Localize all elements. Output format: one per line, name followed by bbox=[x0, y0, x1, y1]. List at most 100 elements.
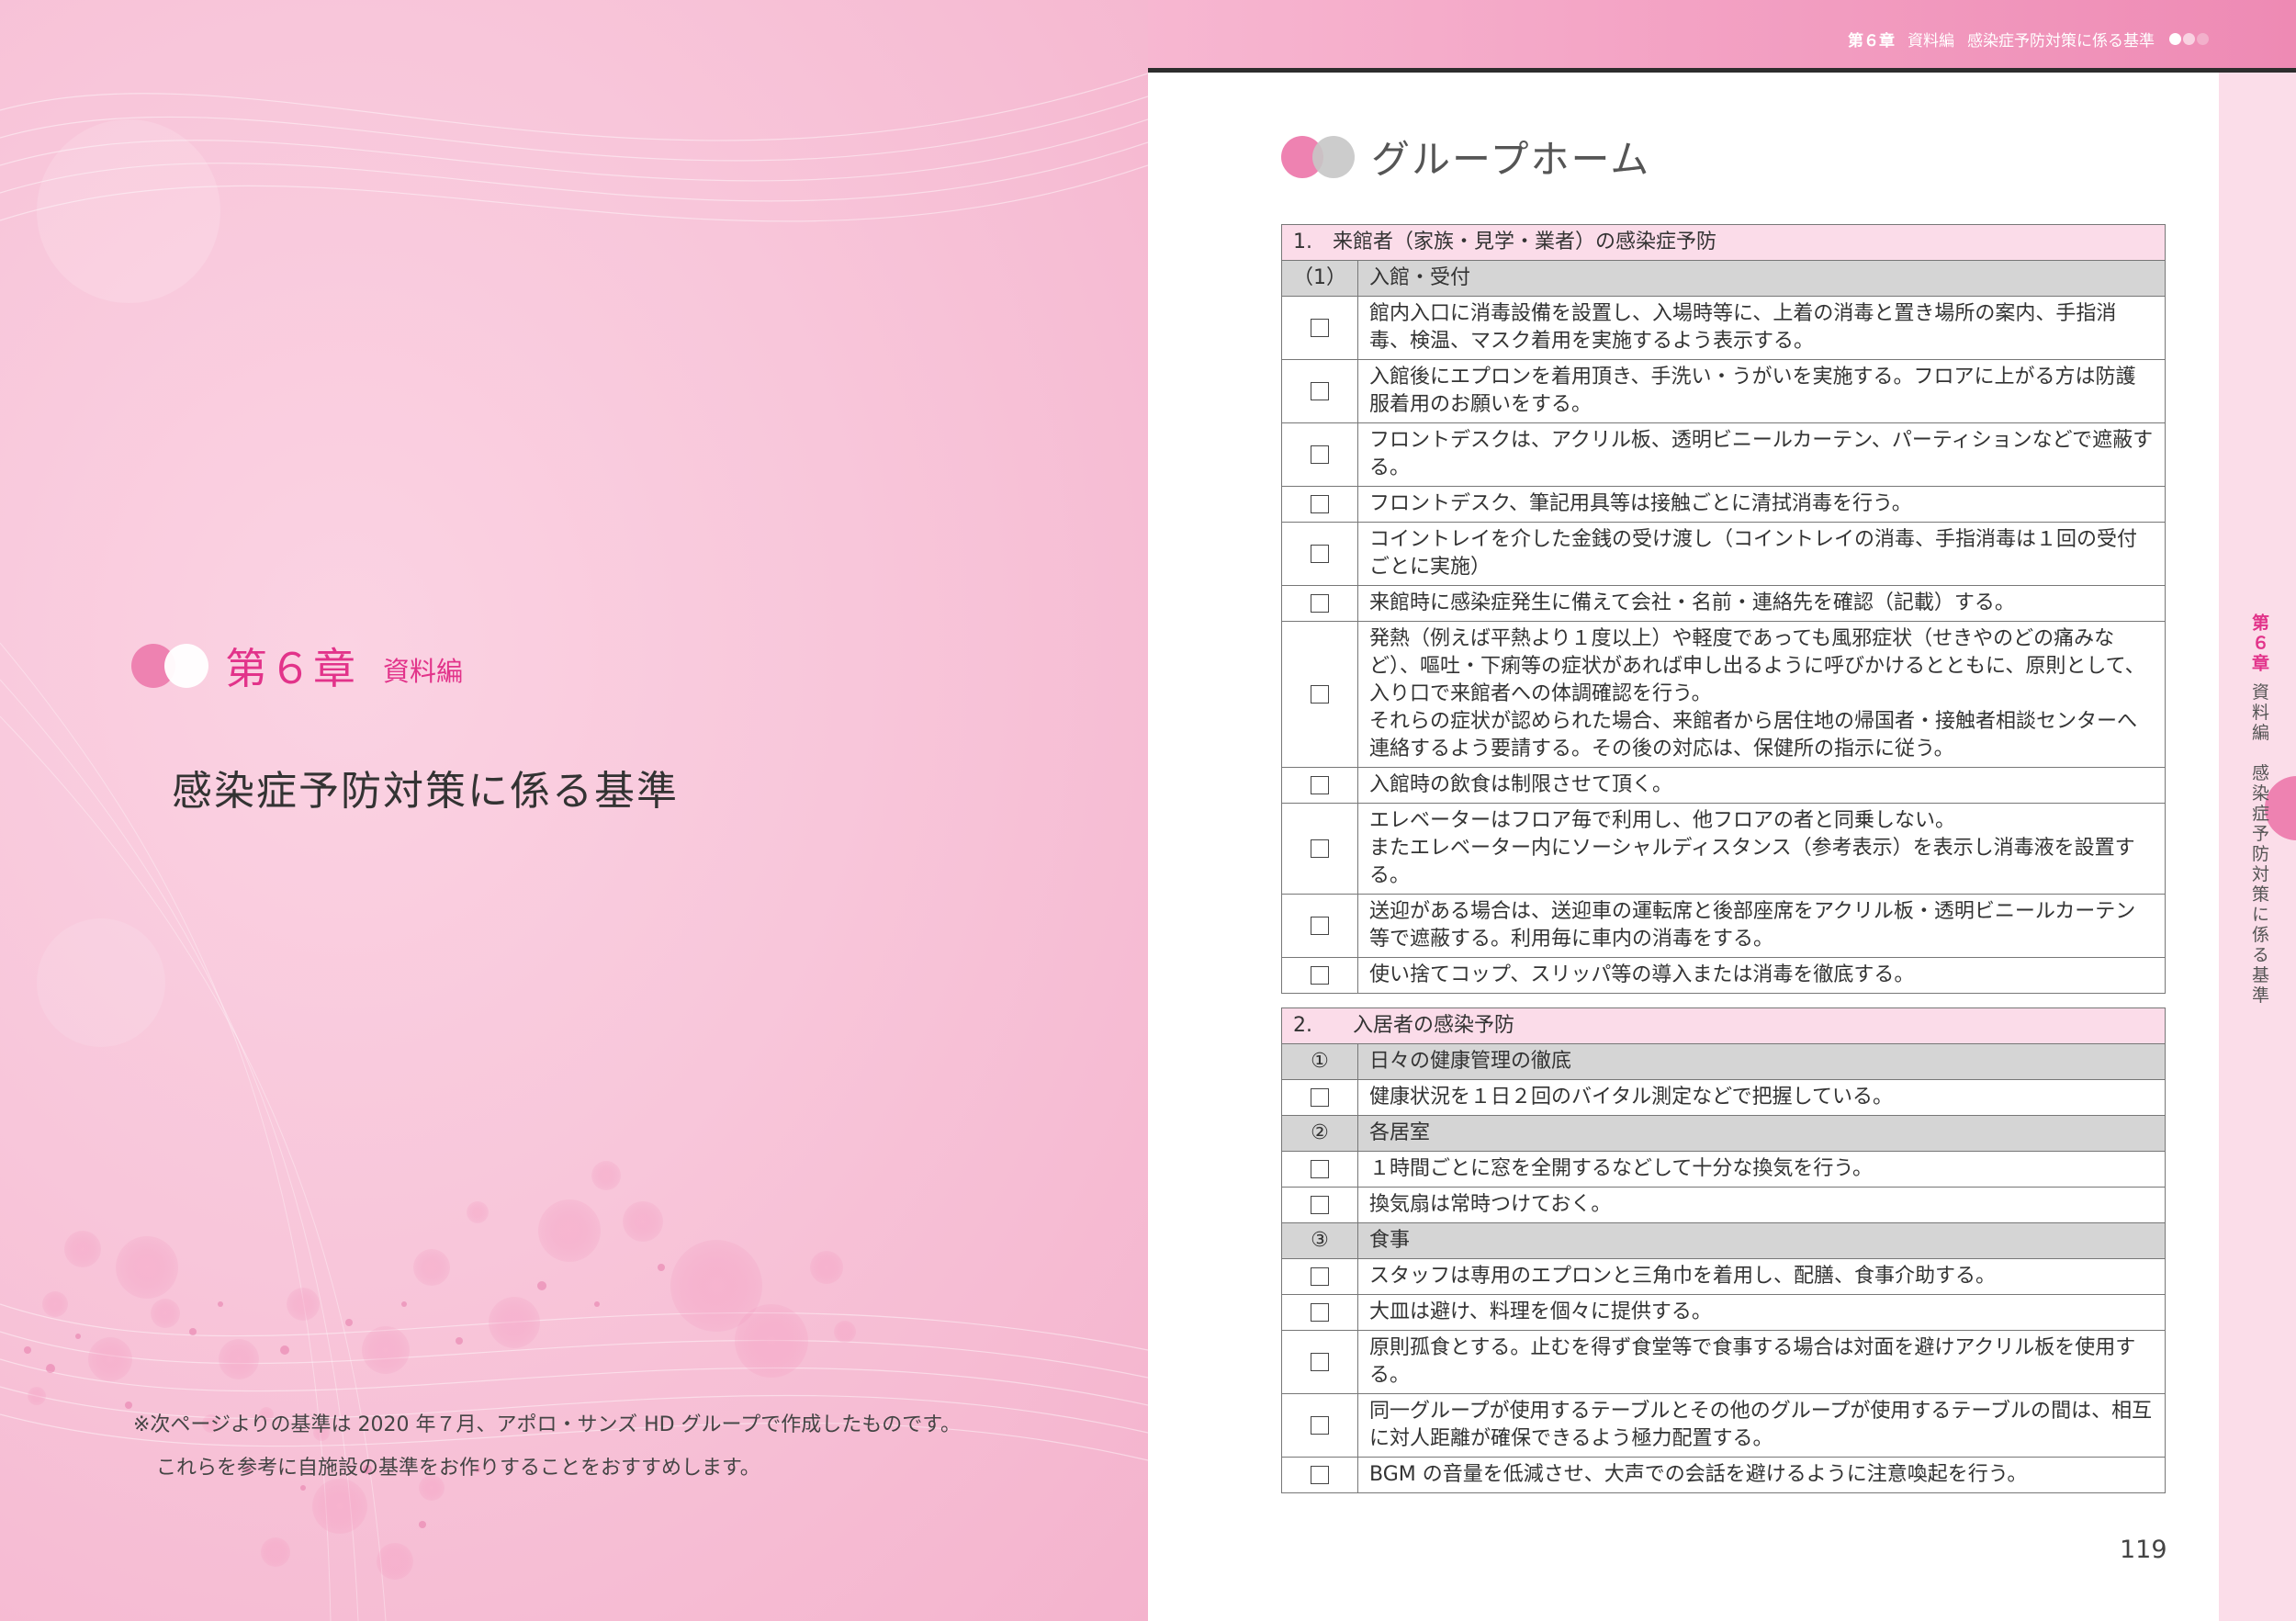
checklist-item: フロントデスク、筆記用具等は接触ごとに清拭消毒を行う。 bbox=[1281, 486, 2166, 523]
checkbox-cell bbox=[1281, 422, 1358, 487]
header-dot-icon bbox=[2183, 33, 2195, 45]
subsection-marker: ③ bbox=[1281, 1222, 1358, 1259]
checklist-item-text: エレベーターはフロア毎で利用し、他フロアの者と同乗しない。 またエレベーター内に… bbox=[1357, 803, 2166, 895]
checkbox-cell bbox=[1281, 585, 1358, 622]
section-row: 1. 来館者（家族・見学・業者）の感染症予防 bbox=[1281, 224, 2166, 261]
table-section-heading: 1. 来館者（家族・見学・業者）の感染症予防 bbox=[1281, 224, 2166, 261]
checkbox-icon[interactable] bbox=[1311, 319, 1329, 337]
note-line-1: ※次ページよりの基準は 2020 年７月、アポロ・サンズ HD グループで作成し… bbox=[133, 1413, 962, 1436]
checklist-item-text: 送迎がある場合は、送迎車の運転席と後部座席をアクリル板・透明ビニールカーテン等で… bbox=[1357, 894, 2166, 958]
section-dots-icon bbox=[1281, 134, 1364, 180]
checklist-item: BGM の音量を低減させ、大声での会話を避けるように注意喚起を行う。 bbox=[1281, 1457, 2166, 1493]
checkbox-cell bbox=[1281, 1393, 1358, 1458]
checkbox-cell bbox=[1281, 359, 1358, 423]
header-dot-icon bbox=[2197, 33, 2209, 45]
checkbox-icon[interactable] bbox=[1311, 776, 1329, 794]
chapter-heading: 第６章 資料編 bbox=[131, 634, 463, 698]
checkbox-icon[interactable] bbox=[1311, 1353, 1329, 1371]
subsection-row: ① 日々の健康管理の徹底 bbox=[1281, 1043, 2166, 1080]
checkbox-icon[interactable] bbox=[1311, 445, 1329, 464]
side-tab-label: 資料編 感染症予防対策に係る基準 bbox=[2249, 682, 2269, 1007]
header-divider bbox=[1148, 68, 2296, 73]
checkbox-icon[interactable] bbox=[1311, 917, 1329, 935]
checklist-item: エレベーターはフロア毎で利用し、他フロアの者と同乗しない。 またエレベーター内に… bbox=[1281, 803, 2166, 895]
page-title: 感染症予防対策に係る基準 bbox=[172, 768, 679, 815]
checklist-item-text: １時間ごとに窓を全開するなどして十分な換気を行う。 bbox=[1357, 1151, 2166, 1188]
subsection-marker: ② bbox=[1281, 1115, 1358, 1152]
checklist-item-text: コイントレイを介した金銭の受け渡し（コイントレイの消毒、手指消毒は１回の受付ごと… bbox=[1357, 522, 2166, 586]
subsection-marker: （1） bbox=[1281, 260, 1358, 297]
checkbox-cell bbox=[1281, 486, 1358, 523]
checklist-item-text: 原則孤食とする。止むを得ず食堂等で食事する場合は対面を避けアクリル板を使用する。 bbox=[1357, 1330, 2166, 1394]
checkbox-cell bbox=[1281, 894, 1358, 958]
subsection-label: 各居室 bbox=[1357, 1115, 2166, 1152]
header-chapter: 第６章 bbox=[1848, 32, 1895, 51]
checklist-item-text: 同一グループが使用するテーブルとその他のグループが使用するテーブルの間は、相互に… bbox=[1357, 1393, 2166, 1458]
checklist-item: 入館後にエプロンを着用頂き、手洗い・うがいを実施する。フロアに上がる方は防護服着… bbox=[1281, 359, 2166, 423]
checkbox-cell bbox=[1281, 1330, 1358, 1394]
checkbox-icon[interactable] bbox=[1311, 1303, 1329, 1322]
checkbox-icon[interactable] bbox=[1311, 1466, 1329, 1484]
checklist-item-text: 使い捨てコップ、スリッパ等の導入または消毒を徹底する。 bbox=[1357, 957, 2166, 994]
checkbox-cell bbox=[1281, 1151, 1358, 1188]
header-dots-icon bbox=[2167, 33, 2209, 45]
checklist-table-residents: 2. 入居者の感染予防 ① 日々の健康管理の徹底 健康状況を１日２回のバイタル測定など… bbox=[1281, 1007, 2166, 1493]
checklist-item: 大皿は避け、料理を個々に提供する。 bbox=[1281, 1294, 2166, 1331]
checklist-item-text: 大皿は避け、料理を個々に提供する。 bbox=[1357, 1294, 2166, 1331]
checklist-item: 使い捨てコップ、スリッパ等の導入または消毒を徹底する。 bbox=[1281, 957, 2166, 994]
checkbox-icon[interactable] bbox=[1311, 966, 1329, 985]
note-line-2: これらを参考に自施設の基準をお作りすることをおすすめします。 bbox=[156, 1457, 760, 1480]
checklist-item-text: スタッフは専用のエプロンと三角巾を着用し、配膳、食事介助する。 bbox=[1357, 1258, 2166, 1295]
checkbox-icon[interactable] bbox=[1311, 685, 1329, 704]
checkbox-icon[interactable] bbox=[1311, 1267, 1329, 1286]
checklist-item: 発熱（例えば平熱より１度以上）や軽度であっても風邪症状（せきやのどの痛みなど）、… bbox=[1281, 621, 2166, 768]
checklist-item-text: 発熱（例えば平熱より１度以上）や軽度であっても風邪症状（せきやのどの痛みなど）、… bbox=[1357, 621, 2166, 768]
checklist-item: 来館時に感染症発生に備えて会社・名前・連絡先を確認（記載）する。 bbox=[1281, 585, 2166, 622]
checkbox-icon[interactable] bbox=[1311, 1088, 1329, 1107]
checklist-item-text: BGM の音量を低減させ、大声での会話を避けるように注意喚起を行う。 bbox=[1357, 1457, 2166, 1493]
checkbox-icon[interactable] bbox=[1311, 545, 1329, 563]
checkbox-icon[interactable] bbox=[1311, 1196, 1329, 1214]
subsection-marker: ① bbox=[1281, 1043, 1358, 1080]
subsection-label: 入館・受付 bbox=[1357, 260, 2166, 297]
page-number: 119 bbox=[2120, 1536, 2167, 1564]
checkbox-icon[interactable] bbox=[1311, 1416, 1329, 1435]
checklist-item: １時間ごとに窓を全開するなどして十分な換気を行う。 bbox=[1281, 1151, 2166, 1188]
checklist-item: 換気扇は常時つけておく。 bbox=[1281, 1187, 2166, 1223]
checkbox-icon[interactable] bbox=[1311, 839, 1329, 858]
chapter-number: 第６章 bbox=[225, 644, 357, 693]
checkbox-icon[interactable] bbox=[1311, 1160, 1329, 1178]
checklist-item-text: 館内入口に消毒設備を設置し、入場時等に、上着の消毒と置き場所の案内、手指消毒、検… bbox=[1357, 296, 2166, 360]
left-page: 第６章 資料編 感染症予防対策に係る基準 ※次ページよりの基準は 2020 年７… bbox=[0, 0, 1148, 1621]
checkbox-icon[interactable] bbox=[1311, 594, 1329, 613]
checklist-item: 入館時の飲食は制限させて頂く。 bbox=[1281, 767, 2166, 804]
subsection-row: （1） 入館・受付 bbox=[1281, 260, 2166, 297]
checkbox-cell bbox=[1281, 1258, 1358, 1295]
checkbox-icon[interactable] bbox=[1311, 495, 1329, 513]
section-row: 2. 入居者の感染予防 bbox=[1281, 1007, 2166, 1044]
checklist-item: 同一グループが使用するテーブルとその他のグループが使用するテーブルの間は、相互に… bbox=[1281, 1393, 2166, 1458]
checkbox-cell bbox=[1281, 1187, 1358, 1223]
checklist-item-text: 来館時に感染症発生に備えて会社・名前・連絡先を確認（記載）する。 bbox=[1357, 585, 2166, 622]
checklist-item: フロントデスクは、アクリル板、透明ビニールカーテン、パーティションなどで遮蔽する… bbox=[1281, 422, 2166, 487]
section-title: グループホーム bbox=[1371, 137, 1651, 182]
side-tab-chapter: 第６章 bbox=[2249, 614, 2269, 674]
table-section-heading: 2. 入居者の感染予防 bbox=[1281, 1007, 2166, 1044]
section-heading: グループホーム bbox=[1281, 129, 1650, 185]
checkbox-cell bbox=[1281, 621, 1358, 768]
running-header: 第６章 資料編 感染症予防対策に係る基準 bbox=[1835, 28, 2209, 51]
checklist-item-text: 健康状況を１日２回のバイタル測定などで把握している。 bbox=[1357, 1079, 2166, 1116]
checklist-item: 館内入口に消毒設備を設置し、入場時等に、上着の消毒と置き場所の案内、手指消毒、検… bbox=[1281, 296, 2166, 360]
checklist-item-text: 換気扇は常時つけておく。 bbox=[1357, 1187, 2166, 1223]
side-tab-text: 第６章 資料編 感染症予防対策に係る基準 bbox=[2235, 614, 2272, 1006]
checklist-item-text: 入館時の飲食は制限させて頂く。 bbox=[1357, 767, 2166, 804]
checklist-item: 送迎がある場合は、送迎車の運転席と後部座席をアクリル板・透明ビニールカーテン等で… bbox=[1281, 894, 2166, 958]
subsection-label: 日々の健康管理の徹底 bbox=[1357, 1043, 2166, 1080]
checklist-item: 健康状況を１日２回のバイタル測定などで把握している。 bbox=[1281, 1079, 2166, 1116]
checklist-table-visitors: 1. 来館者（家族・見学・業者）の感染症予防 （1） 入館・受付 館内入口に消毒設備を… bbox=[1281, 224, 2166, 994]
checklist-item: 原則孤食とする。止むを得ず食堂等で食事する場合は対面を避けアクリル板を使用する。 bbox=[1281, 1330, 2166, 1394]
subsection-row: ② 各居室 bbox=[1281, 1115, 2166, 1152]
checkbox-icon[interactable] bbox=[1311, 382, 1329, 400]
checkbox-cell bbox=[1281, 522, 1358, 586]
subsection-row: ③ 食事 bbox=[1281, 1222, 2166, 1259]
